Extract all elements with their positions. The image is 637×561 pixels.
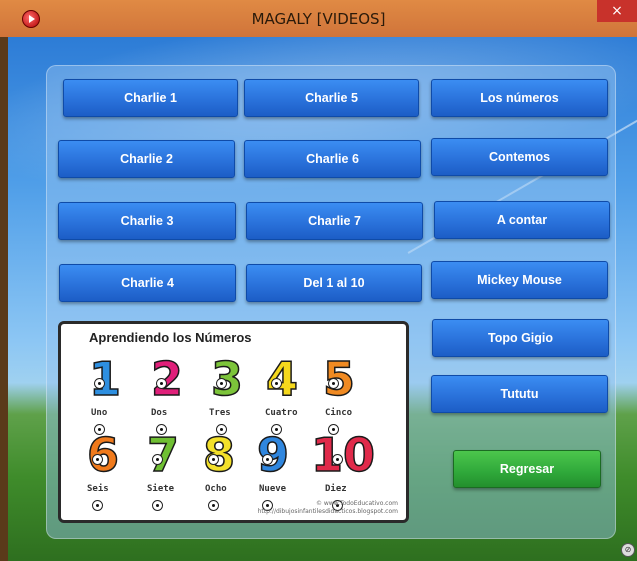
word-dos: Dos <box>151 408 168 418</box>
number-10: 10 <box>310 431 376 511</box>
contemos-button[interactable]: Contemos <box>431 138 608 176</box>
word-cinco: Cinco <box>325 408 353 418</box>
word-diez: Diez <box>325 484 347 494</box>
word-seis: Seis <box>87 484 109 494</box>
charlie-4-button[interactable]: Charlie 4 <box>59 264 236 302</box>
number-4: 4 <box>265 355 299 435</box>
number-1: 1 <box>88 355 122 435</box>
app-window: MAGALY [VIDEOS] × Charlie 1 Charlie 2 Ch… <box>0 0 637 561</box>
topo-gigio-button[interactable]: Topo Gigio <box>432 319 609 357</box>
client-area: Charlie 1 Charlie 2 Charlie 3 Charlie 4 … <box>8 37 637 561</box>
card-title: Aprendiendo los Números <box>89 330 252 345</box>
logo-icon: ⊘ <box>621 543 635 557</box>
del-1-al-10-button[interactable]: Del 1 al 10 <box>246 264 422 302</box>
word-uno: Uno <box>91 408 108 418</box>
charlie-3-button[interactable]: Charlie 3 <box>58 202 236 240</box>
tututu-button[interactable]: Tututu <box>431 375 608 413</box>
number-2: 2 <box>150 355 184 435</box>
number-9: 9 <box>256 431 290 511</box>
number-5: 5 <box>322 355 356 435</box>
word-nueve: Nueve <box>259 484 287 494</box>
close-button[interactable]: × <box>597 0 637 22</box>
image-credit: © www.TodoEducativo.com http://dibujosin… <box>258 500 398 516</box>
numbers-card-image: Aprendiendo los Números 1 2 3 4 5 Uno Do… <box>58 321 409 523</box>
word-siete: Siete <box>147 484 175 494</box>
charlie-2-button[interactable]: Charlie 2 <box>58 140 235 178</box>
regresar-button[interactable]: Regresar <box>453 450 601 488</box>
title-bar: MAGALY [VIDEOS] × <box>0 0 637 37</box>
word-ocho: Ocho <box>205 484 227 494</box>
mickey-mouse-button[interactable]: Mickey Mouse <box>431 261 608 299</box>
number-8: 8 <box>202 431 236 511</box>
number-6: 6 <box>86 431 120 511</box>
los-numeros-button[interactable]: Los números <box>431 79 608 117</box>
charlie-5-button[interactable]: Charlie 5 <box>244 79 419 117</box>
number-7: 7 <box>146 431 180 511</box>
window-title: MAGALY [VIDEOS] <box>251 10 386 28</box>
charlie-6-button[interactable]: Charlie 6 <box>244 140 421 178</box>
credit-line-1: © www.TodoEducativo.com <box>315 500 398 507</box>
credit-line-2: http://dibujosinfantilesdidacticos.blogs… <box>257 508 398 515</box>
number-3: 3 <box>210 355 244 435</box>
word-cuatro: Cuatro <box>265 408 298 418</box>
charlie-7-button[interactable]: Charlie 7 <box>246 202 423 240</box>
word-tres: Tres <box>209 408 231 418</box>
a-contar-button[interactable]: A contar <box>434 201 610 239</box>
charlie-1-button[interactable]: Charlie 1 <box>63 79 238 117</box>
